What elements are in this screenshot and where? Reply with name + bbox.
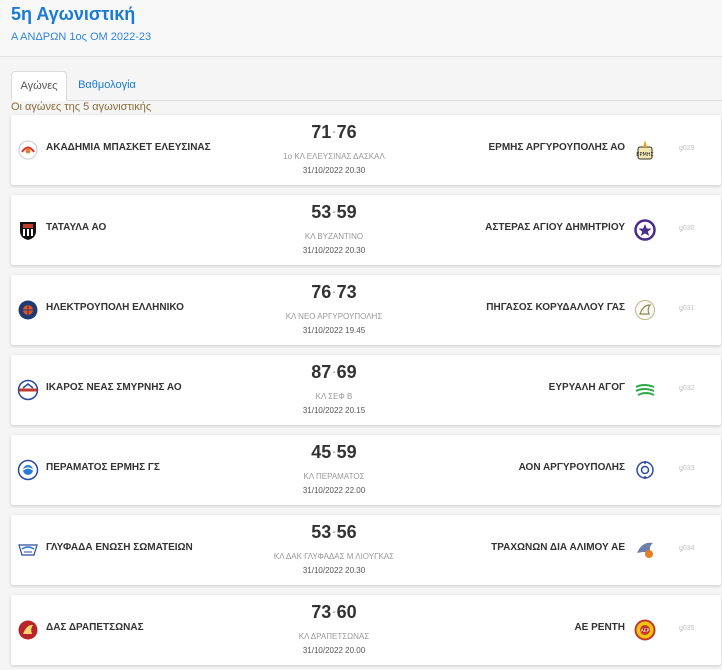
tab-games[interactable]: Αγώνες	[11, 71, 67, 101]
home-team-name[interactable]: ΔΑΣ ΔΡΑΠΕΤΣΩΝΑΣ	[46, 622, 144, 633]
svg-text:ΑΕΡ: ΑΕΡ	[641, 628, 650, 634]
away-score: 60	[336, 602, 357, 622]
game-code: g034	[679, 545, 695, 552]
away-score: 59	[336, 442, 357, 462]
game-code: g035	[679, 625, 695, 632]
game-code: g032	[679, 385, 695, 392]
game-card[interactable]: ΑΚΑΔΗΜΙΑ ΜΠΑΣΚΕΤ ΕΛΕΥΣΙΝΑΣ 71-76 1ο ΚΛ Ε…	[11, 115, 721, 185]
away-team-name[interactable]: ΑΟΝ ΑΡΓΥΡΟΥΠΟΛΗΣ	[519, 462, 625, 473]
score-separator: -	[332, 127, 336, 138]
venue: ΚΛ ΒΥΖΑΝΤΙΝΟ	[304, 232, 364, 241]
tab-bar: Αγώνες Βαθμολογία	[11, 71, 722, 101]
venue: ΚΛ ΔΑΚ ΓΛΥΦΑΔΑΣ Μ ΛΙΟΥΓΚΑΣ	[273, 552, 395, 561]
score: 53-59	[259, 202, 409, 223]
score-separator: -	[332, 527, 336, 538]
away-score: 73	[336, 282, 357, 302]
score-separator: -	[332, 447, 336, 458]
ikaros-logo-icon	[17, 379, 39, 401]
game-card[interactable]: ΙΚΑΡΟΣ ΝΕΑΣ ΣΜΥΡΝΗΣ ΑΟ 87-69 ΚΛ ΣΕΦ Β 31…	[11, 355, 721, 425]
score: 53-56	[259, 522, 409, 543]
away-team-name[interactable]: ΑΣΤΕΡΑΣ ΑΓΙΟΥ ΔΗΜΗΤΡΙΟΥ	[485, 222, 625, 233]
ilektroupoli-logo-icon	[17, 299, 39, 321]
perama-logo-icon	[17, 459, 39, 481]
score-separator: -	[332, 607, 336, 618]
game-card[interactable]: ΗΛΕΚΤΡΟΥΠΟΛΗ ΕΛΛΗΝΙΚΟ 76-73 ΚΛ ΝΕΟ ΑΡΓΥΡ…	[11, 275, 721, 345]
page-title: 5η Αγωνιστική	[11, 4, 136, 24]
games-caption: Οι αγώνες της 5 αγωνιστικής	[11, 101, 152, 113]
venue: ΚΛ ΣΕΦ Β	[315, 392, 353, 401]
score-separator: -	[332, 367, 336, 378]
home-team-name[interactable]: ΠΕΡΑΜΑΤΟΣ ΕΡΜΗΣ ΓΣ	[46, 462, 160, 473]
home-score: 53	[311, 202, 332, 222]
aon-logo-icon	[634, 459, 656, 481]
score: 73-60	[259, 602, 409, 623]
home-team-name[interactable]: ΙΚΑΡΟΣ ΝΕΑΣ ΣΜΥΡΝΗΣ ΑΟ	[46, 382, 182, 393]
game-datetime: 31/10/2022 20.15	[302, 406, 366, 415]
away-team-name[interactable]: ΕΥΡΥΑΛΗ ΑΓΟΓ	[549, 382, 625, 393]
venue: ΚΛ ΔΡΑΠΕΤΣΩΝΑΣ	[298, 632, 370, 641]
svg-text:ΕΡΜΗΣ: ΕΡΜΗΣ	[636, 152, 653, 158]
venue: ΚΛ ΠΕΡΑΜΑΤΟΣ	[303, 472, 365, 481]
ermis-logo-icon: ΕΡΜΗΣ	[634, 139, 656, 161]
home-score: 73	[311, 602, 332, 622]
venue: 1ο ΚΛ ΕΛΕΥΣΙΝΑΣ ΔΑΣΚΑΛ	[283, 152, 385, 161]
tab-standings[interactable]: Βαθμολογία	[71, 71, 143, 101]
game-datetime: 31/10/2022 20.30	[302, 246, 366, 255]
game-datetime: 31/10/2022 20.30	[302, 566, 366, 575]
game-code: g029	[679, 145, 695, 152]
away-team-name[interactable]: ΑΕ ΡΕΝΤΗ	[574, 622, 625, 633]
game-code: g031	[679, 305, 695, 312]
home-team-name[interactable]: ΗΛΕΚΤΡΟΥΠΟΛΗ ΕΛΛΗΝΙΚΟ	[46, 302, 184, 313]
away-team-name[interactable]: ΕΡΜΗΣ ΑΡΓΥΡΟΥΠΟΛΗΣ ΑΟ	[489, 142, 625, 153]
game-datetime: 31/10/2022 20.00	[302, 646, 366, 655]
akadimia-logo-icon	[17, 139, 39, 161]
game-card[interactable]: ΔΑΣ ΔΡΑΠΕΤΣΩΝΑΣ 73-60 ΚΛ ΔΡΑΠΕΤΣΩΝΑΣ 31/…	[11, 595, 721, 665]
home-score: 87	[311, 362, 332, 382]
away-team-name[interactable]: ΠΗΓΑΣΟΣ ΚΟΡΥΔΑΛΛΟΥ ΓΑΣ	[486, 302, 625, 313]
game-datetime: 31/10/2022 19.45	[302, 326, 366, 335]
score: 45-59	[259, 442, 409, 463]
away-team-name[interactable]: ΤΡΑΧΩΝΩΝ ΔΙΑ ΑΛΙΜΟΥ ΑΕ	[491, 542, 625, 553]
home-team-name[interactable]: ΓΛΥΦΑΔΑ ΕΝΩΣΗ ΣΩΜΑΤΕΙΩΝ	[46, 542, 193, 553]
score-separator: -	[332, 207, 336, 218]
game-datetime: 31/10/2022 20.30	[302, 166, 366, 175]
away-score: 69	[336, 362, 357, 382]
away-score: 59	[336, 202, 357, 222]
home-score: 45	[311, 442, 332, 462]
score: 87-69	[259, 362, 409, 383]
home-score: 71	[311, 122, 332, 142]
home-score: 53	[311, 522, 332, 542]
evryali-logo-icon	[634, 379, 656, 401]
home-team-name[interactable]: ΤΑΤΑΥΛΑ ΑΟ	[46, 222, 106, 233]
pigasos-logo-icon	[634, 299, 656, 321]
game-code: g033	[679, 465, 695, 472]
renti-logo-icon: ΑΕΡ	[634, 619, 656, 641]
home-score: 76	[311, 282, 332, 302]
score-separator: -	[332, 287, 336, 298]
game-card[interactable]: ΓΛΥΦΑΔΑ ΕΝΩΣΗ ΣΩΜΑΤΕΙΩΝ 53-56 ΚΛ ΔΑΚ ΓΛΥ…	[11, 515, 721, 585]
game-card[interactable]: ΠΕΡΑΜΑΤΟΣ ΕΡΜΗΣ ΓΣ 45-59 ΚΛ ΠΕΡΑΜΑΤΟΣ 31…	[11, 435, 721, 505]
game-datetime: 31/10/2022 22.00	[302, 486, 366, 495]
home-team-name[interactable]: ΑΚΑΔΗΜΙΑ ΜΠΑΣΚΕΤ ΕΛΕΥΣΙΝΑΣ	[46, 142, 211, 153]
glyfada-logo-icon	[17, 539, 39, 561]
away-score: 76	[336, 122, 357, 142]
game-card[interactable]: ΤΑΤΑΥΛΑ ΑΟ 53-59 ΚΛ ΒΥΖΑΝΤΙΝΟ 31/10/2022…	[11, 195, 721, 265]
trachones-logo-icon	[634, 539, 656, 561]
page-header: 5η Αγωνιστική Α ΑΝΔΡΩΝ 1ος ΟΜ 2022-23	[0, 0, 722, 57]
game-code: g030	[679, 225, 695, 232]
venue: ΚΛ ΝΕΟ ΑΡΓΥΡΟΥΠΟΛΗΣ	[285, 312, 383, 321]
drapetsona-logo-icon	[17, 619, 39, 641]
score: 71-76	[259, 122, 409, 143]
tatavla-logo-icon	[17, 219, 39, 241]
score: 76-73	[259, 282, 409, 303]
league-subtitle: Α ΑΝΔΡΩΝ 1ος ΟΜ 2022-23	[11, 31, 152, 43]
away-score: 56	[336, 522, 357, 542]
asteras-logo-icon	[634, 219, 656, 241]
